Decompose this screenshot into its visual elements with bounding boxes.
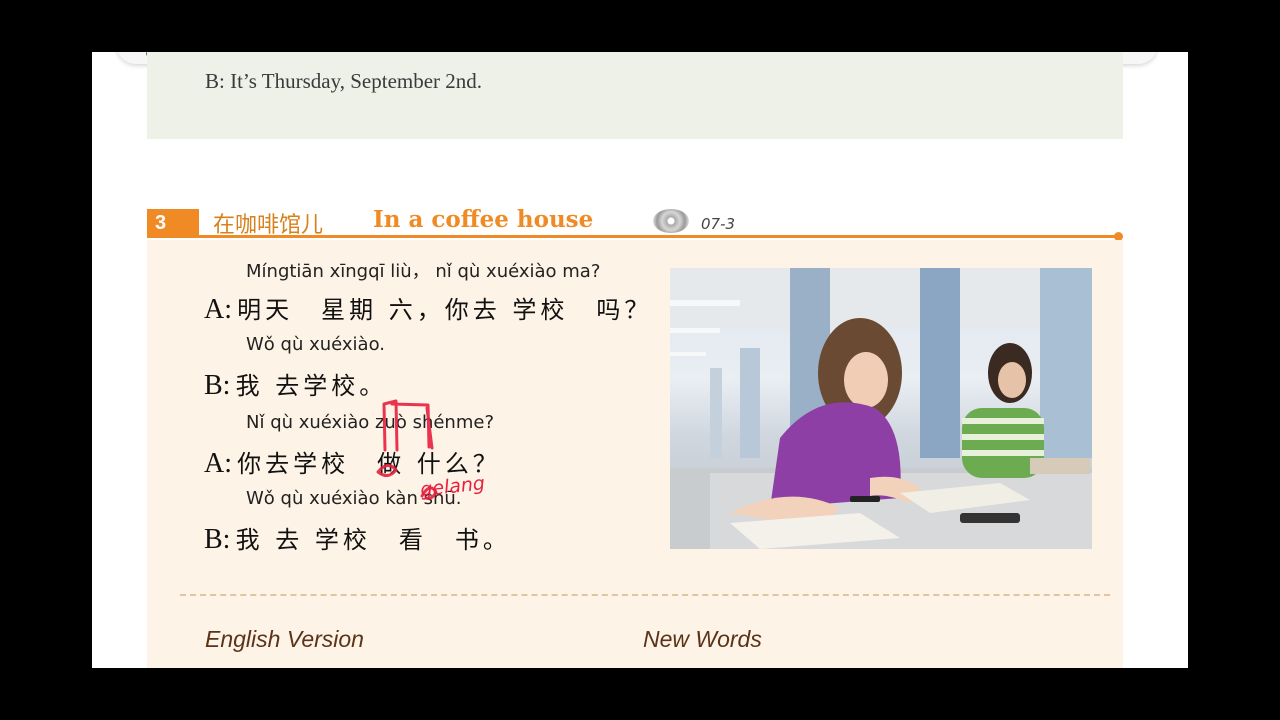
speaker-label: B: — [204, 370, 231, 401]
dialogue-line-3-hanzi: 你去学校 做 什么？ — [237, 450, 501, 478]
previous-dialogue-line: B: It’s Thursday, September 2nd. — [205, 69, 483, 93]
dialogue-line-1-hanzi: 明天 星期 六，你去 学校 吗？ — [237, 296, 653, 324]
dialogue-line-3-pinyin: Nǐ qù xuéxiào zuò shénme? — [246, 412, 495, 433]
dialogue-line-4: B: 我 去 学校 看 书。 — [204, 520, 511, 556]
english-version-heading: English Version — [205, 626, 364, 652]
dialogue-line-4-hanzi: 我 去 学校 看 书。 — [235, 526, 511, 554]
speaker-label: A: — [204, 294, 232, 325]
dialogue-line-4-pinyin: Wǒ qù xuéxiào kàn shū. — [246, 488, 462, 509]
dialogue-line-3: A: 你去学校 做 什么？ — [204, 444, 501, 480]
previous-dialogue-box: B: It’s Thursday, September 2nd. — [147, 52, 1123, 139]
dialogue-line-1-pinyin: Míngtiān xīngqī liù， nǐ qù xuéxiào ma? — [246, 261, 601, 282]
speaker-label: A: — [204, 448, 232, 479]
section-header: 3 在咖啡馆儿 In a coffee house 07-3 — [147, 206, 1123, 241]
section-divider — [147, 235, 1118, 238]
audio-track-number: 07-3 — [701, 215, 736, 233]
new-words-heading: New Words — [643, 626, 762, 652]
cd-icon[interactable] — [653, 209, 689, 233]
students-studying-photo — [670, 268, 1092, 549]
section-number: 3 — [147, 209, 199, 237]
dialogue-line-1: A: 明天 星期 六，你去 学校 吗？ — [204, 290, 652, 326]
section-title-english: In a coffee house — [373, 206, 594, 233]
textbook-page: B: It’s Thursday, September 2nd. 3 在咖啡馆儿… — [92, 52, 1188, 668]
speaker-label: B: — [204, 524, 231, 555]
dialogue-line-2: B: 我 去学校。 — [204, 366, 387, 402]
dialogue-line-2-hanzi: 我 去学校。 — [235, 372, 388, 400]
dialogue-line-2-pinyin: Wǒ qù xuéxiào. — [246, 334, 386, 355]
dashed-separator — [180, 594, 1110, 596]
dialogue-box: Míngtiān xīngqī liù， nǐ qù xuéxiào ma? A… — [147, 240, 1123, 668]
